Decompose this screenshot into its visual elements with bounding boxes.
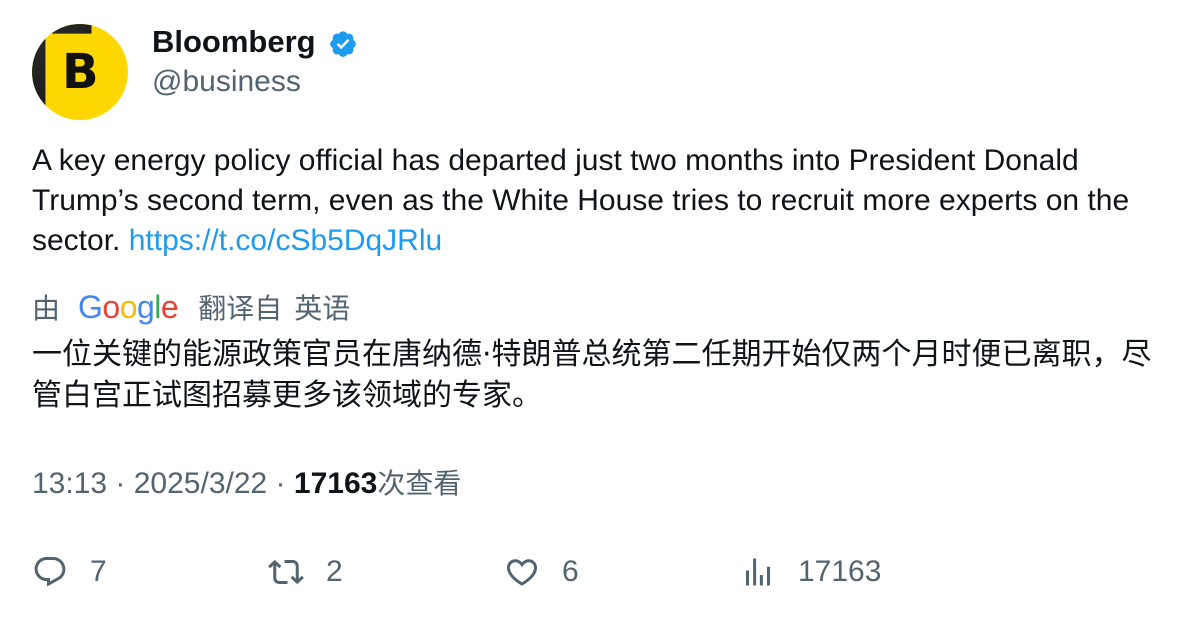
author-display-name[interactable]: Bloomberg — [152, 22, 316, 62]
views-label: 次查看 — [377, 467, 462, 500]
reply-count: 7 — [90, 555, 107, 588]
source-language: 英语 — [294, 292, 351, 325]
views-count: 17163 — [293, 467, 378, 500]
views-button[interactable]: 17163 — [740, 550, 881, 594]
heart-icon — [506, 559, 538, 586]
tweet-card: B Bloomberg @business A key energy polic… — [0, 0, 1196, 618]
author-handle[interactable]: @business — [152, 62, 301, 102]
reply-bubble-icon — [34, 557, 66, 587]
like-count: 6 — [562, 555, 579, 588]
like-button[interactable]: 6 — [504, 550, 579, 594]
translation-attribution: 由 Google 翻译自 英语 — [32, 286, 350, 328]
tweet-time[interactable]: 13:13 — [32, 467, 107, 500]
meta-separator: · — [267, 467, 294, 500]
retweet-button[interactable]: 2 — [268, 550, 343, 594]
verified-badge-icon[interactable] — [328, 29, 358, 59]
translated-text: 一位关键的能源政策官员在唐纳德·特朗普总统第二任期开始仅两个月时便已离职，尽管白… — [32, 337, 1152, 413]
retweet-count: 2 — [326, 555, 343, 588]
meta-separator: · — [107, 467, 134, 500]
translated-from-label: 翻译自 — [198, 292, 283, 325]
tweet-meta: 13:13 · 2025/3/22 · 17163次查看 — [32, 463, 461, 505]
avatar[interactable]: B — [32, 24, 128, 120]
tweet-link[interactable]: https://t.co/cSb5DqJRlu — [129, 224, 442, 257]
reply-button[interactable]: 7 — [32, 550, 107, 594]
tweet-date[interactable]: 2025/3/22 — [134, 467, 267, 500]
avatar-letter: B — [62, 44, 99, 100]
translated-by-label: 由 — [32, 292, 61, 325]
views-total: 17163 — [798, 555, 882, 588]
tweet-text: A key energy policy official has departe… — [32, 141, 1172, 261]
google-logo-icon: Google — [78, 289, 179, 325]
retweet-arrows-icon — [268, 559, 304, 585]
bar-chart-icon — [746, 558, 770, 586]
